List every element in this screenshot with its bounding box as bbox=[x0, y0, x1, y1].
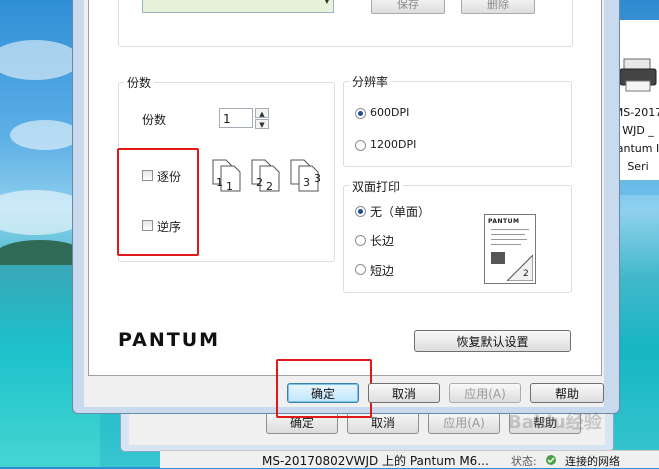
copies-label: 份数 bbox=[142, 113, 167, 127]
simplex-radio[interactable] bbox=[355, 206, 366, 217]
page-number: 2 bbox=[266, 180, 273, 193]
copies-input[interactable]: 1 bbox=[219, 108, 253, 128]
restore-defaults-button[interactable]: 恢复默认设置 bbox=[414, 330, 571, 352]
long-edge-label: 长边 bbox=[370, 234, 395, 248]
highlight-box-collate bbox=[117, 148, 199, 256]
preview-page-number: 2 bbox=[523, 269, 529, 279]
short-edge-label: 短边 bbox=[370, 264, 395, 278]
simplex-label: 无（单面） bbox=[370, 205, 431, 219]
cancel-button[interactable]: 取消 bbox=[368, 383, 440, 403]
background-apply-button[interactable]: 应用(A) bbox=[428, 412, 500, 434]
page-number: 2 bbox=[256, 176, 263, 189]
spin-down-icon[interactable]: ▼ bbox=[255, 119, 269, 129]
600dpi-radio[interactable] bbox=[355, 108, 366, 119]
help-button[interactable]: 帮助 bbox=[530, 383, 604, 403]
pantum-logo: PANTUM bbox=[118, 329, 246, 351]
apply-button[interactable]: 应用(A) bbox=[449, 383, 521, 403]
profile-group bbox=[118, 0, 573, 47]
1200dpi-radio[interactable] bbox=[355, 140, 366, 151]
resolution-group bbox=[343, 81, 572, 167]
resolution-group-title: 分辨率 bbox=[349, 73, 392, 90]
printer-queue-title[interactable]: MS-20170802VWJD 上的 Pantum M6... bbox=[262, 452, 489, 469]
preview-brand-text: PANTUM bbox=[488, 218, 520, 225]
spin-up-icon[interactable]: ▲ bbox=[255, 108, 269, 118]
long-edge-radio[interactable] bbox=[355, 235, 366, 246]
page-number: 3 bbox=[303, 176, 310, 189]
pantum-logo-text: PANTUM bbox=[118, 329, 220, 349]
highlight-box-ok bbox=[276, 359, 372, 418]
printer-icon[interactable] bbox=[618, 55, 658, 95]
short-edge-radio[interactable] bbox=[355, 264, 366, 275]
copies-group-title: 份数 bbox=[124, 74, 155, 91]
page-number: 1 bbox=[226, 180, 233, 193]
copies-spinner[interactable]: 1 ▲ ▼ bbox=[219, 108, 269, 130]
page-number: 3 bbox=[314, 172, 321, 185]
watermark: Baidu经验 bbox=[508, 412, 602, 433]
page-number: 1 bbox=[216, 176, 223, 189]
network-status-icon bbox=[545, 454, 557, 466]
1200dpi-label: 1200DPI bbox=[370, 138, 417, 151]
duplex-group-title: 双面打印 bbox=[349, 178, 404, 195]
duplex-preview-image: PANTUM 2 bbox=[484, 214, 536, 284]
600dpi-label: 600DPI bbox=[370, 106, 410, 119]
